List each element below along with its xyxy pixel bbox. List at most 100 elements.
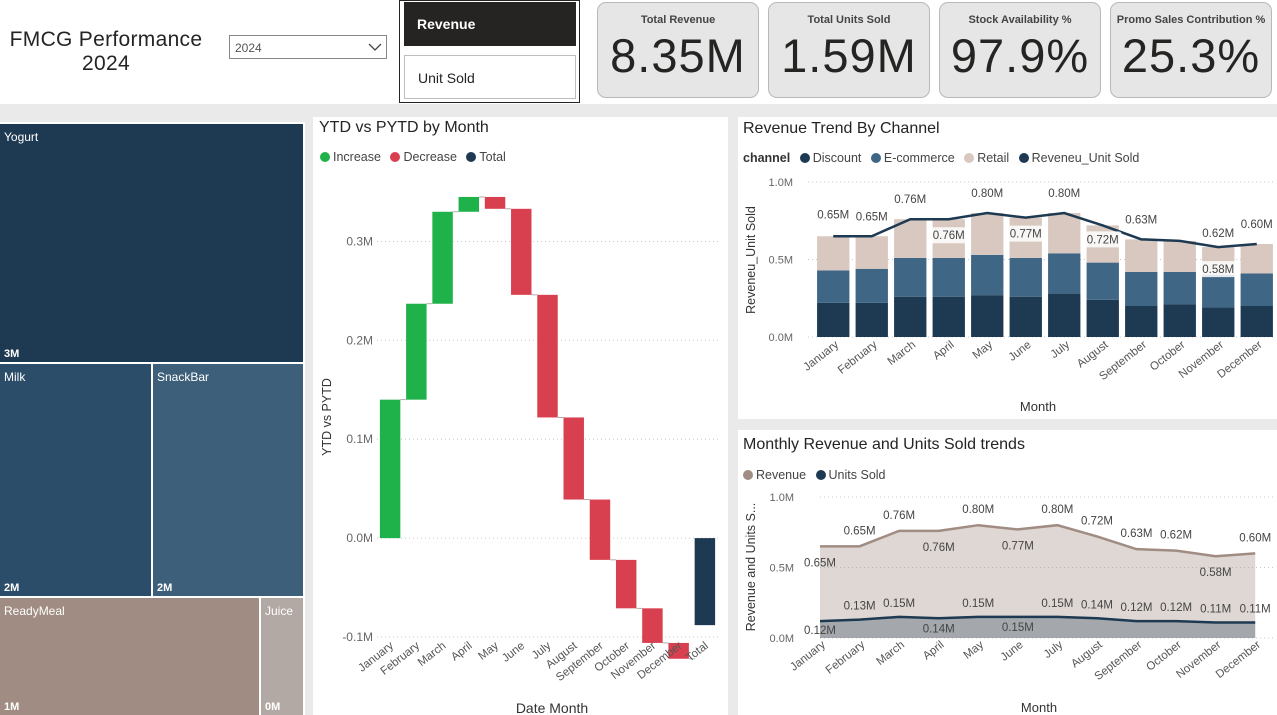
kpi-card-total-units-sold: Total Units Sold 1.59M (768, 2, 930, 98)
treemap-tile-milk[interactable]: Milk 2M (0, 364, 151, 596)
bar-increase (406, 303, 427, 400)
bar-increase (379, 399, 401, 539)
data-label: 0.60M (1241, 219, 1273, 231)
tile-value: 2M (4, 582, 20, 594)
bar-discount (894, 296, 927, 337)
bar-discount (932, 296, 965, 337)
tile-label: ReadyMeal (4, 604, 65, 618)
x-tick-label: January (788, 639, 828, 674)
y-tick-label: 1.0M (769, 177, 793, 189)
treemap-tile-juice[interactable]: Juice 0M (261, 598, 303, 715)
data-label-revenue: 0.63M (1121, 528, 1153, 540)
x-tick-label: August (1075, 338, 1111, 370)
kpi-value: 8.35M (610, 29, 746, 82)
bar-discount (1086, 299, 1119, 337)
x-tick-label: July (1042, 639, 1066, 661)
bar-increase (458, 196, 480, 212)
y-tick-label: 0.0M (770, 633, 794, 645)
tile-value: 0M (265, 701, 281, 713)
kpi-value: 25.3% (1121, 29, 1261, 82)
x-tick-label: March (886, 339, 919, 368)
x-tick-label: January (801, 339, 841, 374)
monthly-trend-panel: Monthly Revenue and Units Sold trends Re… (738, 430, 1277, 715)
x-tick-label: June (500, 640, 527, 665)
y-axis-title: Reveneu_Unit Sold (744, 206, 758, 314)
x-tick-label: June (999, 639, 1026, 664)
data-label-units: 0.12M (1121, 602, 1153, 614)
treemap-tile-readymeal[interactable]: ReadyMeal 1M (0, 598, 259, 715)
category-treemap: Yogurt 3M Milk 2M SnackBar 2M ReadyMeal … (0, 122, 305, 715)
data-label-revenue: 0.62M (1160, 530, 1192, 542)
data-label-units: 0.14M (923, 623, 955, 635)
bar-ecommerce (1240, 273, 1273, 306)
data-label: 0.62M (1202, 228, 1234, 240)
bar-ecommerce (932, 257, 965, 297)
x-tick-label: December (1214, 639, 1263, 681)
data-label: 0.65M (817, 209, 849, 221)
bar-discount (1048, 293, 1081, 337)
x-tick-label: April (931, 339, 957, 363)
data-label-revenue: 0.60M (1239, 532, 1271, 544)
chevron-down-icon (368, 43, 382, 51)
bar-ecommerce (1202, 275, 1235, 308)
treemap-tile-yogurt[interactable]: Yogurt 3M (0, 124, 303, 362)
bar-ecommerce (1163, 271, 1196, 305)
data-label-revenue: 0.80M (1041, 504, 1073, 516)
metric-slicer: Revenue Unit Sold (399, 0, 580, 103)
data-label-revenue: 0.58M (1200, 567, 1232, 579)
y-tick-label: 0.5M (769, 255, 793, 267)
tile-label: Yogurt (4, 130, 39, 144)
x-tick-label: March (416, 640, 449, 669)
bar-ecommerce (1125, 271, 1158, 306)
year-dropdown[interactable]: 2024 (229, 35, 387, 59)
data-label-units: 0.15M (1002, 622, 1034, 634)
bar-discount (1240, 306, 1273, 337)
tile-label: Juice (265, 604, 294, 618)
bar-ecommerce (1086, 262, 1119, 300)
kpi-card-promo-contribution: Promo Sales Contribution % 25.3% (1110, 2, 1272, 98)
data-label: 0.80M (1048, 188, 1080, 200)
x-axis-title: Month (1021, 700, 1057, 715)
data-label-units: 0.15M (962, 598, 994, 610)
data-label-units: 0.12M (804, 625, 836, 637)
x-tick-label: April (449, 640, 475, 664)
y-tick-label: 0.0M (346, 531, 373, 545)
kpi-value: 1.59M (781, 29, 917, 82)
bar-retail (1240, 244, 1273, 274)
data-label-units: 0.11M (1240, 603, 1271, 615)
bar-retail (855, 236, 888, 269)
data-label-revenue: 0.72M (1081, 515, 1113, 527)
treemap-tile-snackbar[interactable]: SnackBar 2M (153, 364, 303, 596)
tile-label: SnackBar (157, 370, 210, 384)
title-line-2: 2024 (82, 52, 130, 75)
data-label: 0.65M (856, 211, 888, 223)
bar-ecommerce (817, 270, 850, 303)
y-axis-title: YTD vs PYTD (320, 378, 334, 456)
data-label-units: 0.13M (844, 601, 876, 613)
bar-ecommerce (855, 268, 888, 303)
bar-retail (1163, 240, 1196, 272)
waterfall-chart: 0.3M 0.2M 0.1M 0.0M -0.1M YTD vs PYTD Date Mon… (320, 196, 718, 715)
title-line-1: FMCG Performance (9, 28, 203, 51)
data-label-revenue: 0.77M (1002, 540, 1034, 552)
bar-ecommerce (1009, 257, 1042, 297)
bar-decrease (484, 196, 506, 209)
bar-retail (817, 236, 850, 271)
bar-discount (1202, 307, 1235, 337)
tile-value: 1M (4, 701, 20, 713)
data-label-units: 0.14M (1081, 599, 1113, 611)
data-label: 0.58M (1202, 264, 1234, 276)
y-tick-label: 0.0M (769, 332, 793, 344)
bar-decrease (537, 294, 558, 418)
x-tick-label: July (1049, 339, 1073, 361)
bar-retail (1125, 239, 1158, 272)
y-tick-label: 0.2M (346, 333, 373, 347)
x-tick-label: February (836, 339, 880, 377)
year-dropdown-value: 2024 (235, 41, 262, 55)
channel-trend-chart: 1.0M 0.5M 0.0M Reveneu_Unit Sold Month Januar… (744, 177, 1274, 414)
page-title: FMCG Performance 2024 (6, 28, 206, 76)
bar-ecommerce (1048, 253, 1081, 294)
unit-sold-button[interactable]: Unit Sold (404, 55, 576, 99)
revenue-button[interactable]: Revenue (404, 2, 576, 46)
y-tick-label: 0.1M (346, 432, 373, 446)
